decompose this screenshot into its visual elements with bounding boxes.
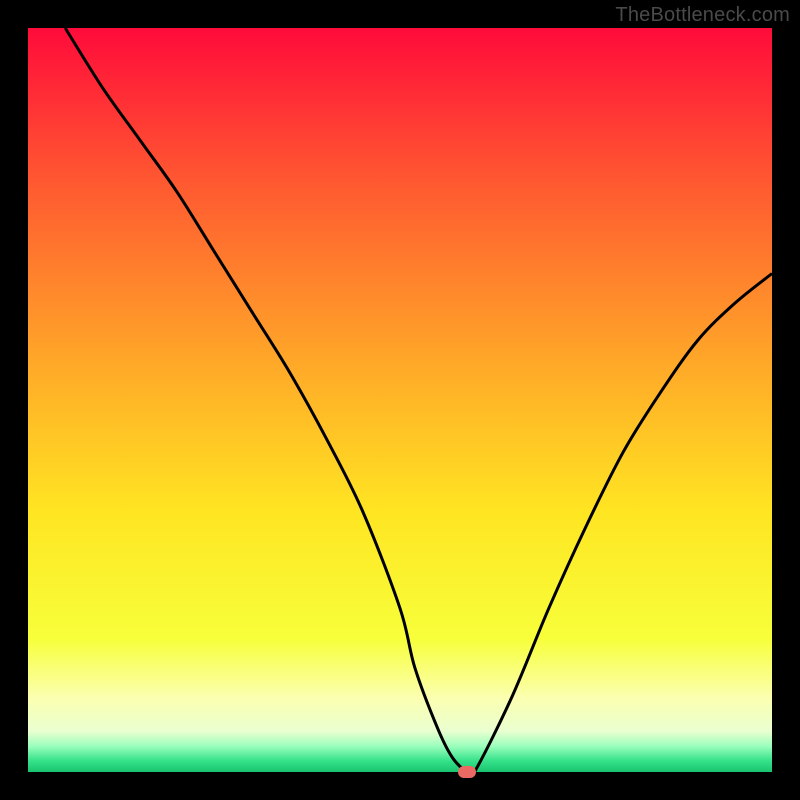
bottleneck-marker (458, 766, 476, 778)
plot-area (28, 28, 772, 772)
bottleneck-curve (28, 28, 772, 772)
watermark-label: TheBottleneck.com (615, 4, 790, 27)
chart-frame: TheBottleneck.com (0, 0, 800, 800)
